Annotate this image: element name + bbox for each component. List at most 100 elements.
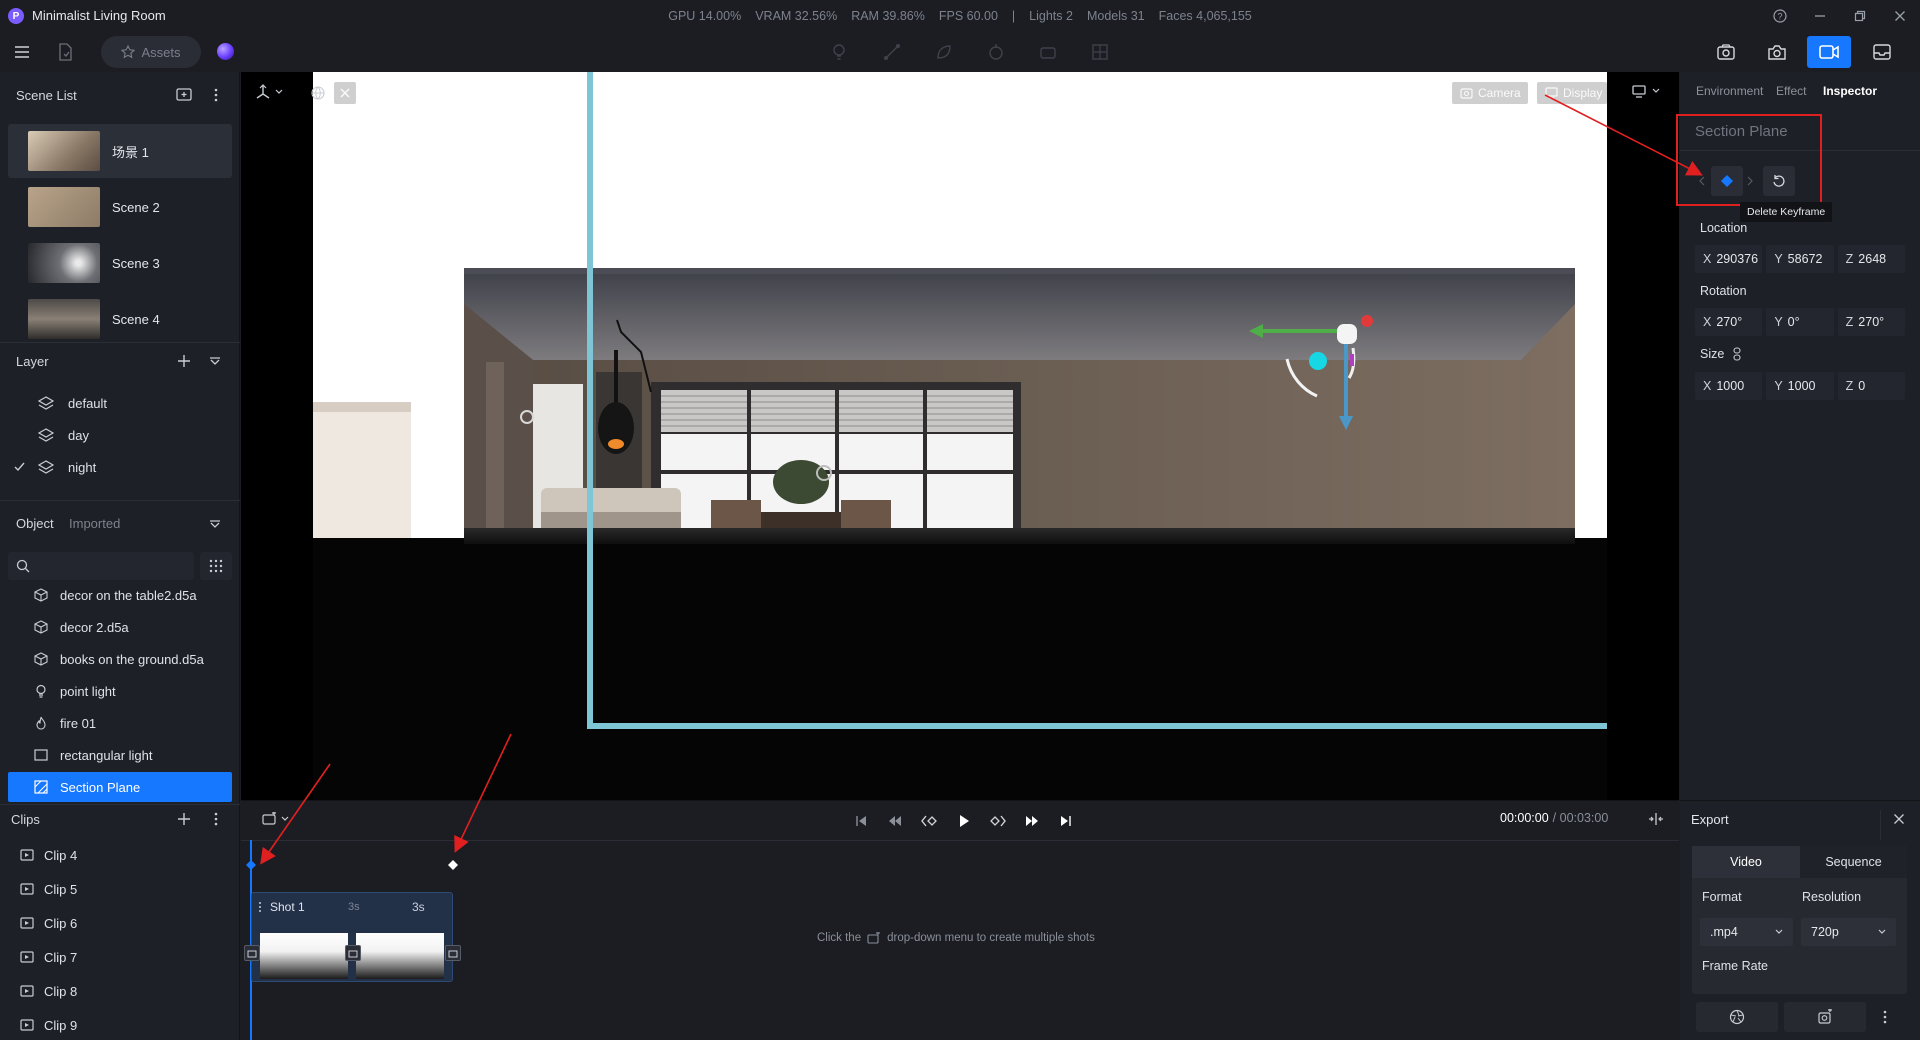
size-x-field[interactable]: X 1000	[1695, 372, 1763, 400]
tab-inspector[interactable]: Inspector	[1823, 84, 1877, 98]
render-image-icon[interactable]	[1704, 36, 1748, 68]
render-queue-button[interactable]	[1784, 1002, 1866, 1032]
location-x-field[interactable]: X 290376	[1695, 245, 1763, 273]
menu-icon[interactable]	[10, 40, 34, 64]
display-button[interactable]: Display	[1537, 82, 1607, 104]
location-y-field[interactable]: Y 58672	[1766, 245, 1834, 273]
file-sync-icon[interactable]	[53, 40, 77, 64]
tab-imported[interactable]: Imported	[69, 516, 120, 531]
fast-forward-icon[interactable]	[1021, 810, 1043, 832]
rewind-icon[interactable]	[884, 810, 906, 832]
tab-sequence[interactable]: Sequence	[1800, 846, 1907, 878]
keyframe-marker-start[interactable]	[246, 860, 256, 870]
grid-view-icon[interactable]	[200, 552, 232, 580]
camera-icon[interactable]	[1755, 36, 1799, 68]
prev-keyframe-button-icon[interactable]	[918, 810, 940, 832]
light-tool-icon[interactable]	[827, 40, 851, 64]
clip-label: Clip 5	[44, 881, 78, 897]
resolution-select[interactable]: 720p	[1801, 918, 1896, 946]
render-settings-button[interactable]	[1696, 1002, 1778, 1032]
globe-icon[interactable]	[307, 82, 329, 104]
clip-item[interactable]: Clip 7	[20, 940, 77, 974]
object-item[interactable]: fire 01	[8, 708, 232, 738]
clip-item[interactable]: Clip 4	[20, 838, 77, 872]
layer-item-night[interactable]: night	[12, 454, 232, 480]
format-select[interactable]: .mp4	[1700, 918, 1793, 946]
timeline-zoom-icon[interactable]	[1648, 812, 1664, 826]
tab-effect[interactable]: Effect	[1776, 84, 1806, 98]
layer-title: Layer	[16, 354, 49, 369]
tab-object[interactable]: Object	[16, 516, 54, 531]
timeline-panel	[241, 800, 1679, 1040]
leaf-tool-icon[interactable]	[932, 40, 956, 64]
particle-tool-icon[interactable]	[984, 40, 1008, 64]
keyframe-marker-end[interactable]	[448, 860, 458, 870]
object-search-input[interactable]	[8, 552, 194, 580]
clip-item[interactable]: Clip 6	[20, 906, 77, 940]
layer-item-default[interactable]: default	[12, 390, 232, 416]
scene-item-4[interactable]: Scene 4	[8, 292, 232, 346]
clip-label: Clip 9	[44, 1017, 78, 1033]
camera-button[interactable]: Camera	[1452, 82, 1528, 104]
object-item[interactable]: decor 2.d5a	[8, 612, 232, 642]
play-icon[interactable]	[953, 810, 975, 832]
add-clip-icon[interactable]	[177, 812, 191, 826]
object-collapse-icon[interactable]	[209, 520, 221, 528]
video-mode-icon[interactable]	[1807, 36, 1851, 68]
camera-tool-icon[interactable]	[1036, 40, 1060, 64]
size-z-field[interactable]: Z0	[1837, 372, 1905, 400]
add-scene-icon[interactable]	[176, 88, 192, 102]
scene-more-icon[interactable]	[213, 88, 219, 102]
inbox-icon[interactable]	[1860, 36, 1904, 68]
object-label: decor on the table2.d5a	[60, 587, 197, 603]
export-more-icon[interactable]	[1882, 1010, 1888, 1024]
layer-collapse-icon[interactable]	[209, 357, 221, 365]
camera-keyframe-icon[interactable]	[345, 945, 361, 961]
shot-block[interactable]: Shot 1 3s 3s	[251, 892, 453, 982]
clips-more-icon[interactable]	[213, 812, 219, 826]
scene-item-3[interactable]: Scene 3	[8, 236, 232, 290]
camera-keyframe-icon[interactable]	[445, 945, 461, 961]
layer-item-day[interactable]: day	[12, 422, 232, 448]
scene-item-1[interactable]: 场景 1	[8, 124, 232, 178]
tab-video[interactable]: Video	[1692, 846, 1800, 878]
camera-keyframe-icon[interactable]	[244, 945, 260, 961]
clip-item[interactable]: Clip 5	[20, 872, 77, 906]
rotation-y-field[interactable]: Y 0°	[1766, 308, 1834, 336]
clip-item[interactable]: Clip 9	[20, 1008, 77, 1040]
minimize-icon[interactable]	[1809, 6, 1831, 26]
clip-label: Clip 4	[44, 847, 78, 863]
rotation-x-field[interactable]: X 270°	[1695, 308, 1763, 336]
rotation-z-field[interactable]: Z 270°	[1837, 308, 1905, 336]
scene-item-2[interactable]: Scene 2	[8, 180, 232, 234]
object-item-selected[interactable]: Section Plane	[8, 772, 232, 802]
shot-camera-dropdown[interactable]	[262, 812, 289, 826]
ai-orb-icon[interactable]	[217, 43, 234, 60]
viewport[interactable]: Camera Display	[241, 72, 1679, 800]
view-options-dropdown[interactable]	[1632, 84, 1660, 98]
magnet-icon[interactable]	[334, 82, 356, 104]
clip-item[interactable]: Clip 8	[20, 974, 77, 1008]
path-tool-icon[interactable]	[880, 40, 904, 64]
object-item[interactable]: point light	[8, 676, 232, 706]
size-y-value: 1000	[1787, 379, 1816, 393]
skip-end-icon[interactable]	[1055, 810, 1077, 832]
drag-handle-icon[interactable]	[258, 901, 262, 913]
help-icon[interactable]: ?	[1769, 6, 1791, 26]
export-close-icon[interactable]	[1893, 813, 1905, 825]
next-keyframe-button-icon[interactable]	[987, 810, 1009, 832]
close-icon[interactable]	[1889, 6, 1911, 26]
size-y-field[interactable]: Y 1000	[1766, 372, 1834, 400]
object-item[interactable]: rectangular light	[8, 740, 232, 770]
tab-environment[interactable]: Environment	[1696, 84, 1763, 98]
add-layer-icon[interactable]	[177, 354, 191, 368]
skip-start-icon[interactable]	[850, 810, 872, 832]
restore-icon[interactable]	[1849, 6, 1871, 26]
object-item[interactable]: decor on the table2.d5a	[8, 580, 232, 610]
assets-button[interactable]: Assets	[101, 36, 201, 68]
transform-mode-dropdown[interactable]	[255, 84, 283, 100]
grid-tool-icon[interactable]	[1088, 40, 1112, 64]
link-icon[interactable]	[1732, 347, 1742, 361]
location-z-field[interactable]: Z 2648	[1837, 245, 1905, 273]
object-item[interactable]: books on the ground.d5a	[8, 644, 232, 674]
